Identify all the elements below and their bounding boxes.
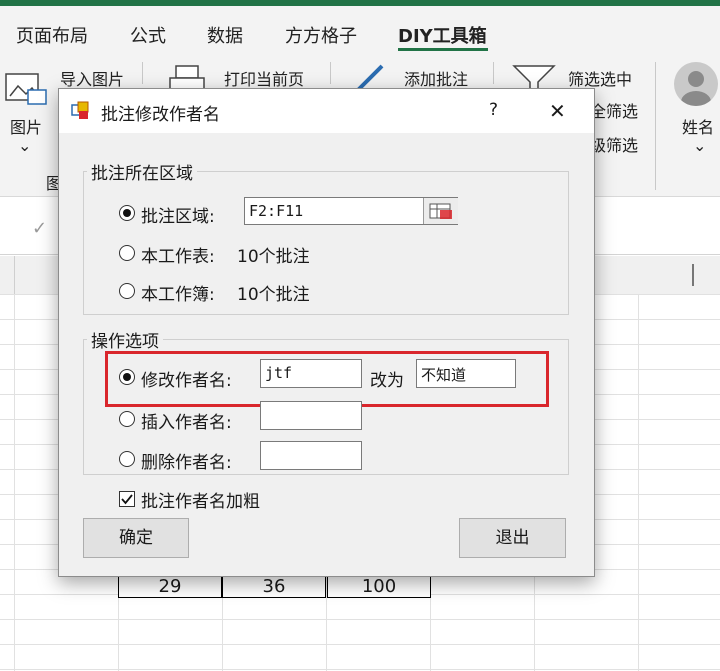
check-icon[interactable]: ✓ — [32, 218, 47, 239]
close-icon[interactable]: ✕ — [549, 99, 566, 123]
bold-author-label[interactable]: 批注作者名加粗 — [141, 487, 260, 512]
chevron-down-icon[interactable]: ⌄ — [693, 136, 706, 155]
advanced-filter-button[interactable]: 级筛选 — [590, 132, 638, 156]
divider — [14, 256, 15, 294]
ok-button[interactable]: 确定 — [83, 518, 189, 558]
tab-formulas[interactable]: 公式 — [130, 22, 166, 48]
comment-author-dialog: 批注修改作者名 ? ✕ 批注所在区域 批注区域: F2:F11 本工作表: 10… — [58, 88, 595, 577]
sheet-radio-label[interactable]: 本工作表: — [141, 242, 215, 267]
import-picture-button[interactable]: 导入图片 — [60, 66, 124, 90]
cell[interactable]: 100 — [327, 574, 431, 598]
tab-ffgz[interactable]: 方方格子 — [285, 22, 357, 48]
tab-diy-toolbox[interactable]: DIY工具箱 — [398, 22, 487, 48]
divider — [655, 62, 656, 190]
new-author-input[interactable]: 不知道 — [416, 359, 516, 388]
modify-author-label[interactable]: 修改作者名: — [141, 366, 232, 391]
delete-author-radio[interactable] — [119, 451, 135, 467]
cell[interactable]: 36 — [222, 574, 326, 598]
area-radio-label[interactable]: 批注区域: — [141, 202, 215, 227]
picture-button-label[interactable]: 图片 — [10, 114, 42, 138]
dialog-title: 批注修改作者名 — [101, 105, 220, 125]
old-author-input[interactable]: jtf — [260, 359, 362, 388]
full-filter-button[interactable]: 全筛选 — [590, 98, 638, 122]
chevron-down-icon[interactable]: ⌄ — [18, 136, 31, 155]
filter-selected-button[interactable]: 筛选选中 — [568, 66, 632, 90]
print-current-page-button[interactable]: 打印当前页 — [224, 66, 304, 90]
modify-author-radio[interactable] — [119, 369, 135, 385]
ops-group-label: 操作选项 — [87, 327, 163, 352]
workbook-comment-count: 10个批注 — [237, 285, 310, 305]
workbook-radio[interactable] — [119, 283, 135, 299]
insert-author-radio[interactable] — [119, 411, 135, 427]
divider — [493, 62, 494, 84]
dialog-titlebar[interactable]: 批注修改作者名 ? ✕ — [59, 89, 594, 133]
area-group-label: 批注所在区域 — [87, 159, 197, 184]
delete-author-input[interactable] — [260, 441, 362, 470]
bold-author-checkbox[interactable] — [119, 491, 135, 507]
picture-icon[interactable] — [4, 70, 48, 110]
range-select-icon[interactable] — [423, 198, 458, 224]
exit-button[interactable]: 退出 — [459, 518, 566, 558]
tab-data[interactable]: 数据 — [207, 22, 243, 48]
ribbon-tabs: 页面布局 公式 数据 方方格子 DIY工具箱 — [0, 6, 720, 54]
sheet-radio[interactable] — [119, 245, 135, 261]
area-radio[interactable] — [119, 205, 135, 221]
sheet-comment-count: 10个批注 — [237, 247, 310, 267]
cell[interactable]: 29 — [118, 574, 222, 598]
insert-author-label[interactable]: 插入作者名: — [141, 408, 232, 433]
change-to-label: 改为 — [370, 371, 404, 391]
divider — [330, 62, 331, 84]
insert-author-input[interactable] — [260, 401, 362, 430]
column-resize-handle[interactable] — [692, 264, 694, 286]
app-icon — [71, 101, 91, 121]
tab-page-layout[interactable]: 页面布局 — [16, 22, 88, 48]
delete-author-label[interactable]: 删除作者名: — [141, 448, 232, 473]
avatar[interactable] — [674, 62, 718, 106]
workbook-radio-label[interactable]: 本工作簿: — [141, 280, 215, 305]
divider — [142, 62, 143, 84]
name-button-label[interactable]: 姓名 — [682, 114, 714, 138]
help-button[interactable]: ? — [489, 100, 498, 120]
active-tab-indicator — [398, 48, 488, 51]
add-comment-button[interactable]: 添加批注 — [404, 66, 468, 90]
